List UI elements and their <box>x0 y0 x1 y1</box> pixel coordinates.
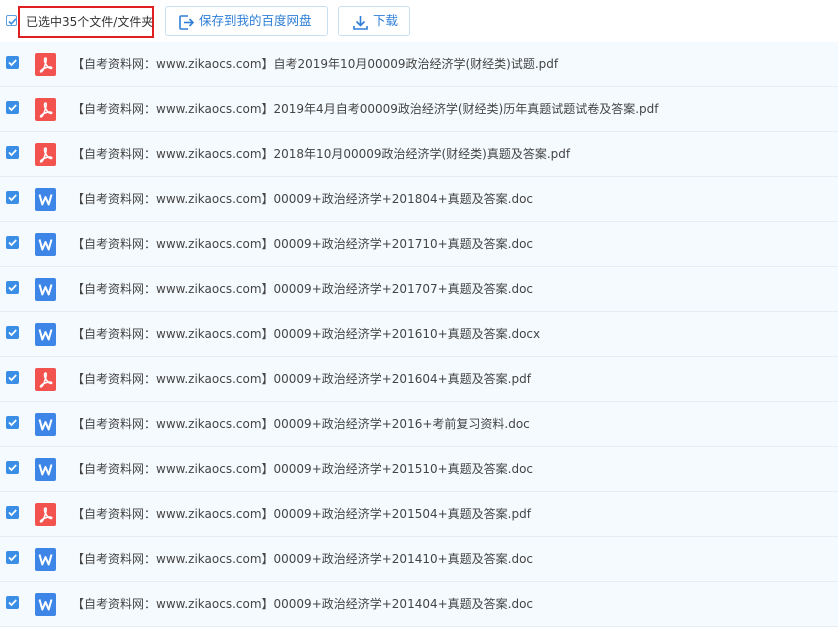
checkmark-icon <box>8 509 17 517</box>
pdf-icon <box>35 53 56 76</box>
file-name[interactable]: 【自考资料网：www.zikaocs.com】00009+政治经济学+20140… <box>72 582 533 627</box>
file-row[interactable]: 【自考资料网：www.zikaocs.com】2019年4月自考00009政治经… <box>0 87 838 132</box>
word-icon <box>35 278 56 301</box>
checkmark-icon <box>8 554 17 562</box>
file-row[interactable]: 【自考资料网：www.zikaocs.com】自考2019年10月00009政治… <box>0 42 838 87</box>
word-icon <box>35 323 56 346</box>
file-name[interactable]: 【自考资料网：www.zikaocs.com】00009+政治经济学+2016+… <box>72 402 530 447</box>
file-checkbox[interactable] <box>6 191 19 204</box>
file-checkbox[interactable] <box>6 101 19 114</box>
checkmark-icon <box>8 284 17 292</box>
word-icon <box>35 188 56 211</box>
file-row[interactable]: 【自考资料网：www.zikaocs.com】00009+政治经济学+20170… <box>0 267 838 312</box>
file-row[interactable]: 【自考资料网：www.zikaocs.com】00009+政治经济学+20140… <box>0 582 838 627</box>
checkmark-icon <box>8 464 17 472</box>
file-checkbox[interactable] <box>6 506 19 519</box>
file-row[interactable]: 【自考资料网：www.zikaocs.com】2018年10月00009政治经济… <box>0 132 838 177</box>
checkmark-icon <box>8 374 17 382</box>
pdf-icon <box>35 368 56 391</box>
file-row[interactable]: 【自考资料网：www.zikaocs.com】00009+政治经济学+20160… <box>0 357 838 402</box>
file-checkbox[interactable] <box>6 281 19 294</box>
checkmark-icon <box>8 149 17 157</box>
checkmark-icon <box>8 239 17 247</box>
pdf-icon <box>35 143 56 166</box>
file-row[interactable]: 【自考资料网：www.zikaocs.com】00009+政治经济学+20141… <box>0 537 838 582</box>
word-icon <box>35 593 56 616</box>
file-name[interactable]: 【自考资料网：www.zikaocs.com】2018年10月00009政治经济… <box>72 132 570 177</box>
checkmark-icon <box>8 599 17 607</box>
file-name[interactable]: 【自考资料网：www.zikaocs.com】2019年4月自考00009政治经… <box>72 87 659 132</box>
file-checkbox[interactable] <box>6 146 19 159</box>
checkmark-icon <box>8 104 17 112</box>
file-checkbox[interactable] <box>6 326 19 339</box>
file-checkbox[interactable] <box>6 416 19 429</box>
word-icon <box>35 548 56 571</box>
file-checkbox[interactable] <box>6 596 19 609</box>
checkmark-icon <box>8 18 17 25</box>
file-name[interactable]: 【自考资料网：www.zikaocs.com】00009+政治经济学+20150… <box>72 492 531 537</box>
file-row[interactable]: 【自考资料网：www.zikaocs.com】00009+政治经济学+20161… <box>0 312 838 357</box>
file-checkbox[interactable] <box>6 56 19 69</box>
file-name[interactable]: 【自考资料网：www.zikaocs.com】00009+政治经济学+20161… <box>72 312 540 357</box>
file-name[interactable]: 【自考资料网：www.zikaocs.com】00009+政治经济学+20141… <box>72 537 533 582</box>
checkmark-icon <box>8 419 17 427</box>
file-name[interactable]: 【自考资料网：www.zikaocs.com】00009+政治经济学+20160… <box>72 357 531 402</box>
file-name[interactable]: 【自考资料网：www.zikaocs.com】00009+政治经济学+20171… <box>72 222 533 267</box>
file-name[interactable]: 【自考资料网：www.zikaocs.com】00009+政治经济学+20180… <box>72 177 533 222</box>
file-checkbox[interactable] <box>6 371 19 384</box>
save-to-netdisk-button[interactable]: 保存到我的百度网盘 <box>165 6 328 36</box>
file-row[interactable]: 【自考资料网：www.zikaocs.com】00009+政治经济学+20150… <box>0 492 838 537</box>
save-button-label: 保存到我的百度网盘 <box>199 13 312 28</box>
word-icon <box>35 413 56 436</box>
file-name[interactable]: 【自考资料网：www.zikaocs.com】00009+政治经济学+20170… <box>72 267 533 312</box>
checkmark-icon <box>8 329 17 337</box>
file-row[interactable]: 【自考资料网：www.zikaocs.com】00009+政治经济学+20151… <box>0 447 838 492</box>
checkmark-icon <box>8 194 17 202</box>
word-icon <box>35 233 56 256</box>
download-button-label: 下载 <box>373 13 399 28</box>
file-checkbox[interactable] <box>6 551 19 564</box>
word-icon <box>35 458 56 481</box>
file-list: 【自考资料网：www.zikaocs.com】自考2019年10月00009政治… <box>0 42 838 627</box>
checkmark-icon <box>8 59 17 67</box>
download-button[interactable]: 下载 <box>338 6 410 36</box>
file-checkbox[interactable] <box>6 461 19 474</box>
file-row[interactable]: 【自考资料网：www.zikaocs.com】00009+政治经济学+2016+… <box>0 402 838 447</box>
download-icon <box>352 13 369 41</box>
pdf-icon <box>35 98 56 121</box>
file-toolbar: 已选中35个文件/文件夹 保存到我的百度网盘 下载 <box>0 0 838 43</box>
file-name[interactable]: 【自考资料网：www.zikaocs.com】00009+政治经济学+20151… <box>72 447 533 492</box>
pdf-icon <box>35 503 56 526</box>
selected-count-label: 已选中35个文件/文件夹 <box>18 6 154 38</box>
save-to-disk-icon <box>178 13 195 41</box>
file-checkbox[interactable] <box>6 236 19 249</box>
file-name[interactable]: 【自考资料网：www.zikaocs.com】自考2019年10月00009政治… <box>72 42 558 87</box>
file-row[interactable]: 【自考资料网：www.zikaocs.com】00009+政治经济学+20171… <box>0 222 838 267</box>
select-all-checkbox[interactable] <box>6 15 17 26</box>
file-row[interactable]: 【自考资料网：www.zikaocs.com】00009+政治经济学+20180… <box>0 177 838 222</box>
